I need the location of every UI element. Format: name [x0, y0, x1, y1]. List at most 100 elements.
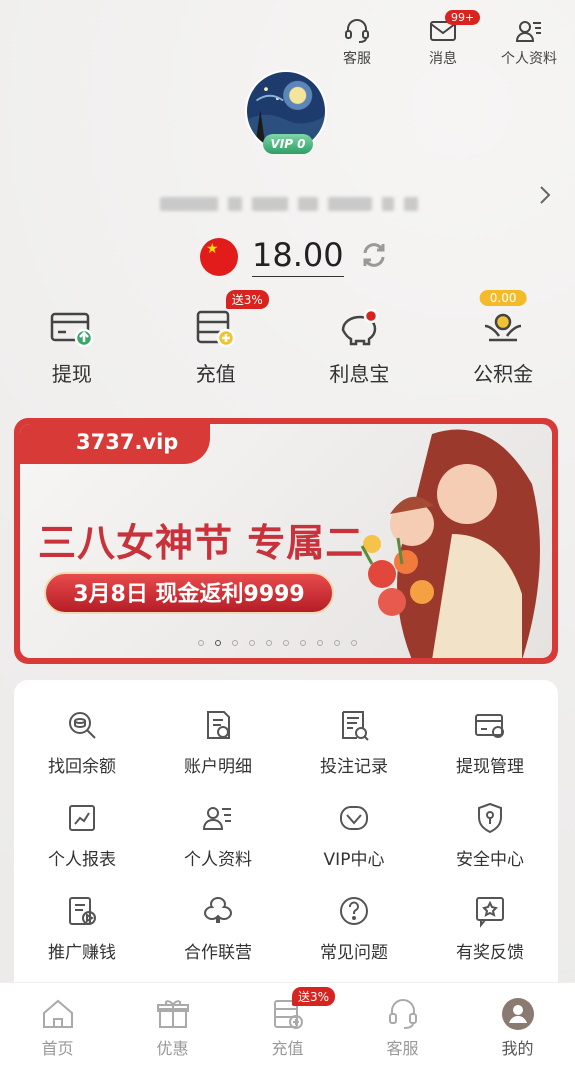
profile-card-icon [515, 21, 541, 42]
banner-subtitle: 3月8日 现金返利9999 [44, 572, 334, 614]
pagination-dot[interactable] [266, 640, 272, 646]
deposit-button[interactable]: 送3% 充值 [144, 290, 288, 387]
deposit-label: 充值 [195, 362, 236, 386]
nav-deposit-badge: 送3% [292, 987, 336, 1006]
menu-bet-record[interactable]: 投注记录 [286, 708, 422, 777]
messages-label: 消息 [429, 51, 457, 67]
menu-profile[interactable]: 个人资料 [150, 801, 286, 870]
blur-segment [252, 197, 288, 211]
bottom-nav: 首页 优惠 送3% 充值 客服 我的 [0, 982, 575, 1074]
promo-banner[interactable]: 3737.vip 三八女神节 专属二 3月8日 现金返利9999 [14, 418, 558, 664]
balance-row: 18.00 [200, 236, 390, 277]
deposit-bonus-badge: 送3% [225, 290, 269, 309]
home-icon [42, 999, 73, 1028]
pagination-dot[interactable] [317, 640, 323, 646]
withdraw-manage-icon [475, 714, 504, 738]
nav-service[interactable]: 客服 [345, 983, 460, 1074]
mother-daughter-illustration [360, 429, 540, 658]
nav-mine[interactable]: 我的 [460, 983, 575, 1074]
blur-segment [160, 197, 218, 211]
menu-label: 投注记录 [320, 757, 388, 777]
pagination-dot[interactable] [283, 640, 289, 646]
vip-level-badge: VIP 0 [263, 134, 313, 154]
chevron-right-icon[interactable] [537, 184, 553, 206]
messages-button[interactable]: 99+ 消息 [411, 10, 481, 68]
search-coin-icon [69, 712, 96, 739]
menu-label: 安全中心 [456, 850, 524, 870]
cn-flag-icon [200, 237, 238, 276]
interest-label: 利息宝 [329, 362, 390, 386]
pagination-dot[interactable] [232, 640, 238, 646]
withdraw-label: 提现 [51, 362, 92, 386]
blur-segment [404, 197, 418, 211]
pagination-dot-active[interactable] [215, 640, 221, 646]
fund-amount-badge: 0.00 [479, 290, 527, 306]
menu-personal-report[interactable]: 个人报表 [14, 801, 150, 870]
refresh-button[interactable] [358, 239, 390, 275]
customer-service-label: 客服 [343, 51, 371, 67]
gift-icon [156, 1000, 189, 1028]
nav-service-label: 客服 [386, 1039, 419, 1058]
report-icon [69, 805, 95, 831]
piggy-bank-icon [342, 308, 379, 346]
top-actions: 客服 99+ 消息 个人资料 [325, 10, 561, 68]
menu-cooperation[interactable]: 合作联营 [150, 894, 286, 963]
menu-feedback[interactable]: 有奖反馈 [422, 894, 558, 963]
nav-deposit-label: 充值 [271, 1039, 304, 1058]
profile-card-icon [202, 807, 231, 830]
menu-recover-balance[interactable]: 找回余额 [14, 708, 150, 777]
menu-label: 个人资料 [184, 850, 252, 870]
menu-security-center[interactable]: 安全中心 [422, 801, 558, 870]
menu-vip-center[interactable]: VIP中心 [286, 801, 422, 870]
menu-label: 推广赚钱 [48, 943, 116, 963]
blur-segment [228, 197, 242, 211]
question-icon [340, 897, 368, 925]
menu-label: 个人报表 [48, 850, 116, 870]
user-icon [501, 998, 534, 1030]
bet-record-icon [342, 711, 369, 741]
menu-label: 有奖反馈 [456, 943, 524, 963]
profile-page: 客服 99+ 消息 个人资料 VIP 0 ★ 18.00 提现 送3% 充值 利… [0, 0, 575, 1074]
fund-label: 公积金 [473, 362, 534, 386]
pagination-dot[interactable] [198, 640, 204, 646]
menu-withdraw-manage[interactable]: 提现管理 [422, 708, 558, 777]
blur-segment [382, 197, 394, 211]
account-detail-icon [207, 711, 230, 739]
shield-icon [478, 802, 502, 834]
club-icon [203, 896, 233, 923]
menu-card: 找回余额 账户明细 投注记录 提现管理 个人报表 个人资料 VIP中心 安全中心… [14, 680, 558, 1010]
customer-service-button[interactable]: 客服 [325, 16, 389, 68]
username-blurred [160, 192, 420, 216]
deposit-icon [196, 310, 235, 348]
withdraw-button[interactable]: 提现 [0, 296, 144, 387]
nav-home[interactable]: 首页 [0, 983, 115, 1074]
promote-icon [69, 897, 96, 925]
fund-button[interactable]: 0.00 公积金 [431, 290, 575, 387]
menu-label: VIP中心 [323, 850, 385, 870]
nav-deposit[interactable]: 送3% 充值 [230, 983, 345, 1074]
menu-faq[interactable]: 常见问题 [286, 894, 422, 963]
pagination-dot[interactable] [300, 640, 306, 646]
blur-segment [298, 197, 318, 211]
menu-label: 合作联营 [184, 943, 252, 963]
nav-promotions[interactable]: 优惠 [115, 983, 230, 1074]
menu-account-detail[interactable]: 账户明细 [150, 708, 286, 777]
menu-label: 常见问题 [320, 943, 388, 963]
menu-label: 账户明细 [184, 757, 252, 777]
menu-label: 提现管理 [456, 757, 524, 777]
profile-label: 个人资料 [501, 51, 557, 67]
headset-icon [388, 999, 417, 1029]
blur-segment [328, 197, 372, 211]
profile-button[interactable]: 个人资料 [497, 16, 561, 68]
banner-title: 三八女神节 专属二 [38, 521, 365, 565]
fund-icon [484, 313, 522, 342]
quick-actions: 提现 送3% 充值 利息宝 0.00 公积金 [0, 290, 575, 387]
vip-diamond-icon [340, 806, 368, 830]
interest-button[interactable]: 利息宝 [288, 296, 432, 387]
avatar[interactable]: VIP 0 [245, 70, 327, 154]
menu-grid: 找回余额 账户明细 投注记录 提现管理 个人报表 个人资料 VIP中心 安全中心… [14, 680, 558, 963]
pagination-dot[interactable] [249, 640, 255, 646]
menu-promote[interactable]: 推广赚钱 [14, 894, 150, 963]
pagination-dot[interactable] [334, 640, 340, 646]
pagination-dot[interactable] [351, 640, 357, 646]
